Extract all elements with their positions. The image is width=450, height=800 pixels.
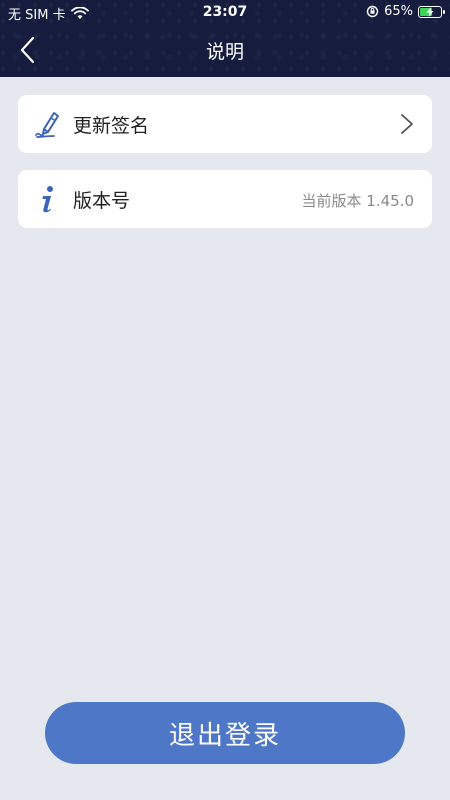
version-item: 版本号 当前版本 1.45.0 xyxy=(18,170,432,228)
version-value: 当前版本 1.45.0 xyxy=(301,192,414,210)
page-title: 说明 xyxy=(205,41,244,63)
nav-bar: 说明 xyxy=(0,24,450,77)
status-bar: 无 SIM 卡 23:07 65% xyxy=(0,0,450,24)
charging-bolt-icon xyxy=(426,6,434,17)
logout-button[interactable]: 退出登录 xyxy=(45,702,405,764)
update-signature-item[interactable]: 更新签名 xyxy=(18,95,432,153)
battery-percent: 65% xyxy=(384,4,413,19)
status-right: 65% xyxy=(366,4,445,19)
version-label: 版本号 xyxy=(73,190,131,212)
update-signature-label: 更新签名 xyxy=(73,115,150,137)
chevron-right-icon xyxy=(401,114,413,134)
signature-pen-icon xyxy=(35,112,59,138)
orientation-lock-icon xyxy=(366,5,379,18)
info-icon xyxy=(42,186,53,213)
battery-icon xyxy=(418,5,445,18)
header: 无 SIM 卡 23:07 65% 说明 xyxy=(0,0,450,77)
